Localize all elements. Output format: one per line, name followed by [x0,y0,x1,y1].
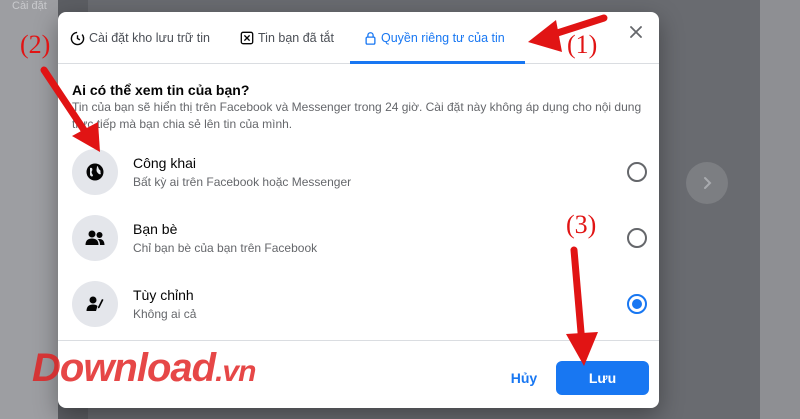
lock-icon [365,32,376,45]
option-icon-circle [72,149,118,195]
next-story-button[interactable] [686,162,728,204]
privacy-option-public[interactable]: Công khai Bất kỳ ai trên Facebook hoặc M… [58,139,659,205]
custom-user-icon [86,296,104,311]
watermark-brand: Download [32,346,216,390]
option-title: Bạn bè [133,221,178,237]
save-button[interactable]: Lưu [556,361,649,395]
option-icon-circle [72,215,118,261]
option-subtitle: Không ai cả [133,307,197,321]
tab-label: Cài đặt kho lưu trữ tin [89,31,210,45]
close-button[interactable] [624,20,648,44]
privacy-option-custom[interactable]: Tùy chỉnh Không ai cả [58,271,659,337]
footer-divider [58,340,659,341]
active-tab-indicator [350,61,525,64]
tab-muted-stories[interactable]: Tin bạn đã tắt [240,12,334,64]
close-icon [630,26,642,38]
privacy-description: Tin của bạn sẽ hiển thị trên Facebook và… [72,100,642,131]
tab-label: Tin bạn đã tắt [258,31,334,45]
chevron-right-icon [704,177,712,189]
privacy-question-heading: Ai có thể xem tin của bạn? [72,82,250,98]
annotation-step-1: (1) [567,30,598,59]
friends-icon [85,230,105,245]
annotation-step-2: (2) [20,30,51,59]
option-title: Tùy chỉnh [133,287,194,303]
radio-friends[interactable] [627,228,647,248]
option-subtitle: Bất kỳ ai trên Facebook hoặc Messenger [133,175,352,189]
option-icon-circle [72,281,118,327]
globe-icon [86,163,104,181]
background-right-panel [760,0,800,419]
watermark-logo: Download.vn [32,346,256,391]
tab-story-archive-settings[interactable]: Cài đặt kho lưu trữ tin [70,12,210,64]
option-title: Công khai [133,155,197,171]
watermark-suffix: .vn [215,355,256,388]
background-sidebar-label: Cài đặt [12,0,47,12]
tab-story-privacy[interactable]: Quyền riêng tư của tin [364,12,505,64]
annotation-step-3: (3) [566,210,597,239]
mute-box-icon [240,31,254,45]
option-subtitle: Chỉ bạn bè của bạn trên Facebook [133,241,318,255]
radio-public[interactable] [627,162,647,182]
archive-clock-icon [70,31,85,45]
radio-custom[interactable] [627,294,647,314]
tab-label: Quyền riêng tư của tin [381,31,505,45]
cancel-button[interactable]: Hủy [498,361,550,395]
